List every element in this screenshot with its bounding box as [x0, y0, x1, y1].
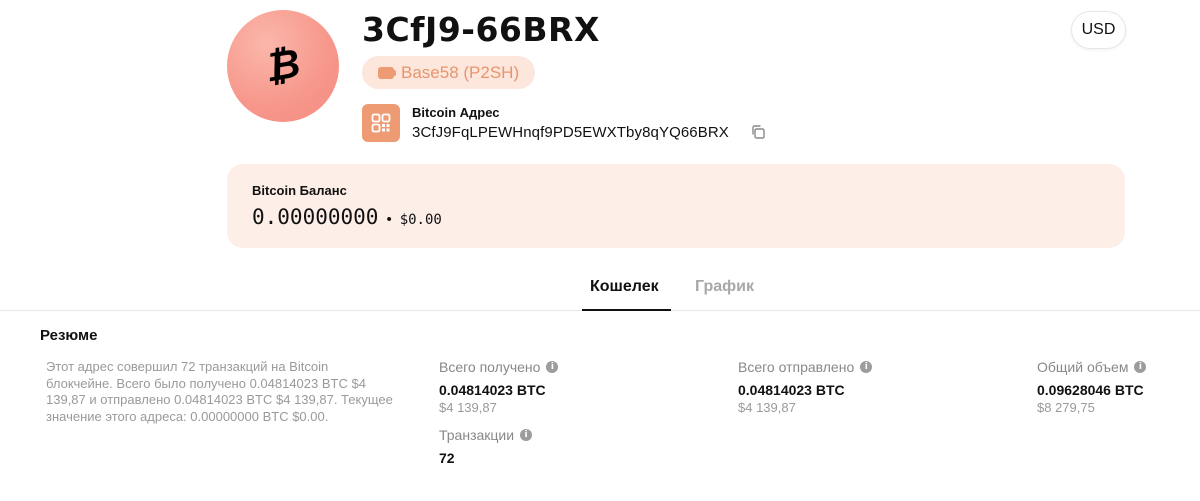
balance-usd: $0.00 [399, 212, 442, 228]
info-icon[interactable]: i [860, 361, 873, 373]
active-tab-indicator [582, 309, 671, 311]
wallet-icon [378, 66, 396, 79]
stat-transactions-label: Транзакции [439, 427, 515, 443]
copy-icon[interactable] [750, 124, 766, 140]
info-icon[interactable]: i [1134, 361, 1147, 373]
balance-separator: • [386, 211, 392, 228]
tab-wallet[interactable]: Кошелек [590, 278, 659, 296]
qr-code-button[interactable] [362, 104, 400, 142]
bitcoin-icon: ₿ [261, 40, 305, 92]
summary-text: Этот адрес совершил 72 транзакций на Bit… [46, 359, 393, 424]
stat-sent-value: 0.04814023 BTC [738, 382, 845, 398]
address-format-label: Base58 (P2SH) [401, 62, 520, 82]
stat-sent: Всего отправлено i 0.04814023 BTC $4 139… [738, 359, 873, 415]
stat-sent-label: Всего отправлено [738, 359, 855, 375]
stat-volume-usd: $8 279,75 [1037, 400, 1095, 415]
tab-bar: Кошелек График [0, 266, 1200, 311]
summary-title: Резюме [40, 327, 98, 344]
qr-code-icon [371, 113, 391, 133]
info-icon[interactable]: i [546, 361, 559, 373]
info-icon[interactable]: i [520, 429, 533, 441]
coin-avatar: ₿ [227, 10, 339, 122]
stat-transactions: Транзакции i 72 [439, 427, 533, 466]
balance-btc: 0.00000000 [252, 205, 379, 229]
stat-sent-usd: $4 139,87 [738, 400, 796, 415]
address-label: Bitcoin Адрес [412, 105, 500, 120]
stat-received-label: Всего получено [439, 359, 541, 375]
stat-received-usd: $4 139,87 [439, 400, 497, 415]
balance-row: 0.00000000 • $0.00 [252, 205, 442, 229]
stat-transactions-value: 72 [439, 450, 455, 466]
balance-label: Bitcoin Баланс [252, 183, 347, 198]
address-title: 3CfJ9-66BRX [362, 10, 600, 49]
stat-volume: Общий объем i 0.09628046 BTC $8 279,75 [1037, 359, 1147, 415]
stat-volume-value: 0.09628046 BTC [1037, 382, 1144, 398]
stat-volume-label: Общий объем [1037, 359, 1129, 375]
stat-received: Всего получено i 0.04814023 BTC $4 139,8… [439, 359, 559, 415]
balance-card: Bitcoin Баланс 0.00000000 • $0.00 [227, 164, 1125, 248]
currency-button[interactable]: USD [1071, 11, 1126, 49]
tab-chart[interactable]: График [695, 278, 754, 296]
stat-received-value: 0.04814023 BTC [439, 382, 546, 398]
address-format-badge: Base58 (P2SH) [362, 56, 536, 89]
address-full[interactable]: 3CfJ9FqLPEWHnqf9PD5EWXTby8qYQ66BRX [412, 124, 729, 141]
